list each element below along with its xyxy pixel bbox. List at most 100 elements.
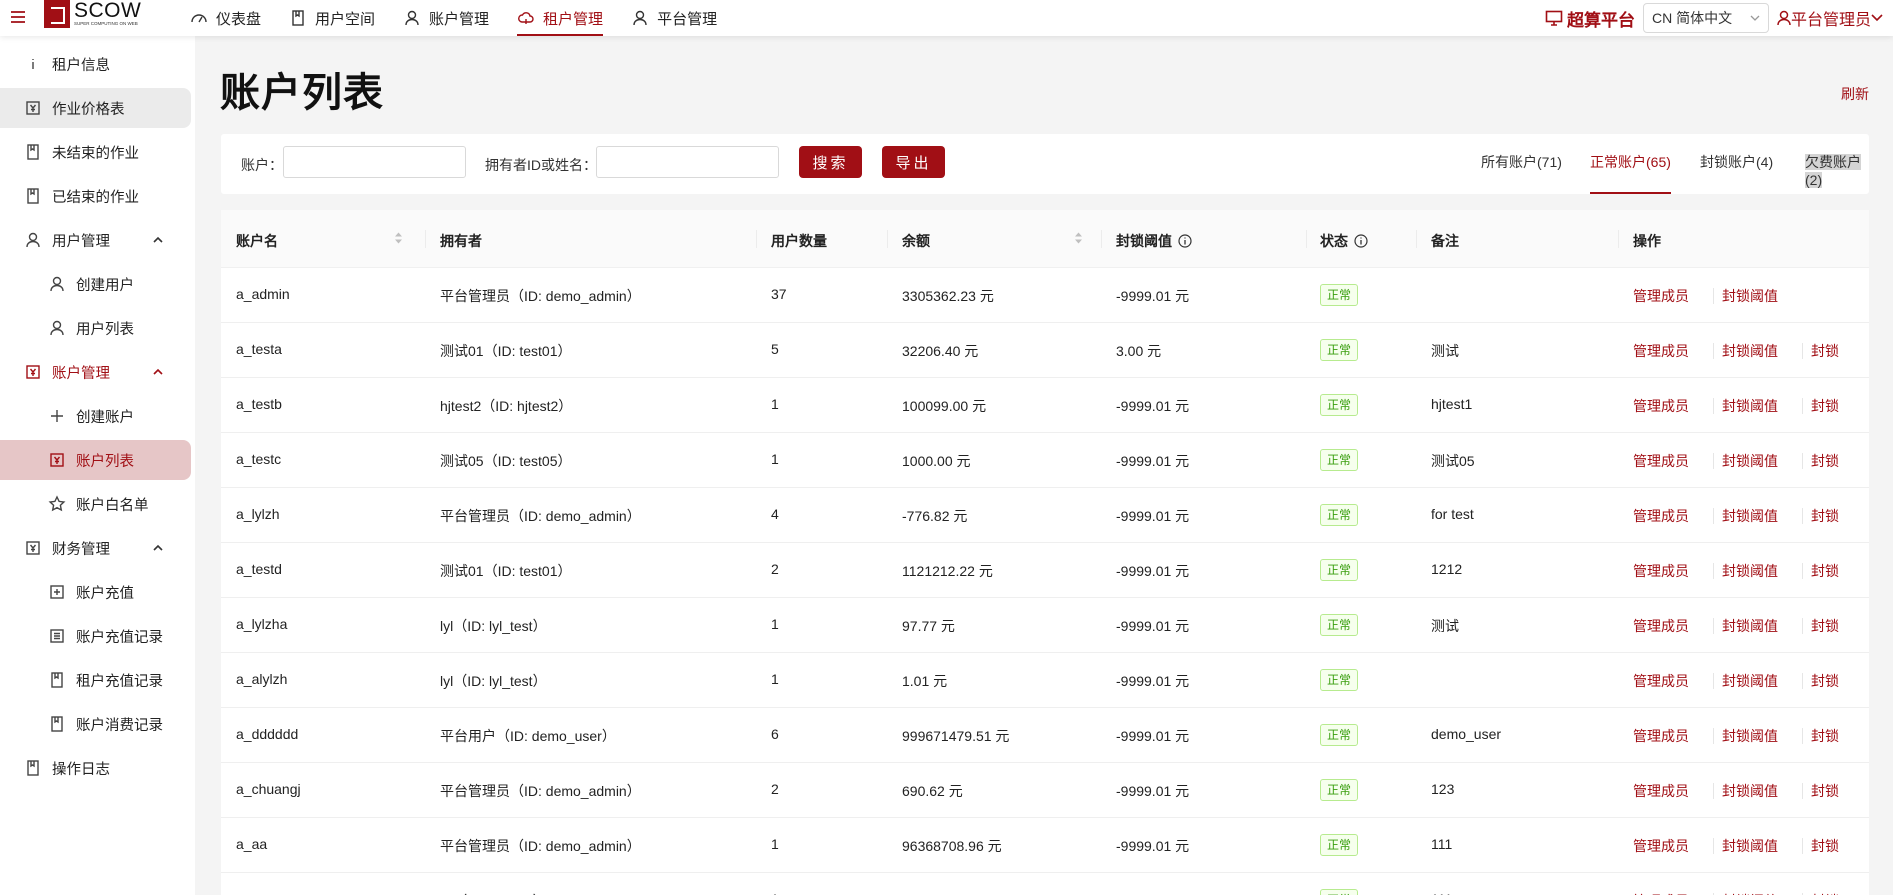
export-button[interactable]: 导出: [882, 146, 945, 178]
manage-members-link[interactable]: 管理成员: [1633, 781, 1689, 801]
sidebar-item-6[interactable]: 创建用户: [0, 264, 191, 304]
nav-item-4[interactable]: 租户管理: [503, 0, 617, 36]
sidebar-item-3[interactable]: 未结束的作业: [0, 132, 191, 172]
manage-members-link[interactable]: 管理成员: [1633, 891, 1689, 895]
sidebar-item-10[interactable]: 账户列表: [0, 440, 191, 480]
manage-members-link[interactable]: 管理成员: [1633, 561, 1689, 581]
sidebar-item-2[interactable]: 作业价格表: [0, 88, 191, 128]
menu-toggle-icon[interactable]: [10, 10, 26, 24]
account-name-cell: a_admin: [236, 286, 290, 302]
note-cell: 123: [1431, 781, 1455, 797]
star-icon: [48, 495, 76, 513]
block-account-link[interactable]: 封锁: [1811, 781, 1839, 801]
action-divider: [1802, 343, 1803, 359]
owner-cell: lyl（ID: lyl_test）: [440, 618, 547, 634]
set-threshold-link[interactable]: 封锁阈值: [1722, 671, 1778, 691]
nav-item-2[interactable]: 用户空间: [275, 0, 389, 36]
block-account-link[interactable]: 封锁: [1811, 891, 1839, 895]
nav-item-3[interactable]: 账户管理: [389, 0, 503, 36]
block-account-link[interactable]: 封锁: [1811, 726, 1839, 746]
manage-members-link[interactable]: 管理成员: [1633, 726, 1689, 746]
manage-members-link[interactable]: 管理成员: [1633, 506, 1689, 526]
set-threshold-link[interactable]: 封锁阈值: [1722, 891, 1778, 895]
column-header-1[interactable]: 账户名: [236, 231, 278, 251]
sidebar-item-17[interactable]: 操作日志: [0, 748, 191, 788]
refresh-link[interactable]: 刷新: [1841, 84, 1869, 104]
plus-box-icon: [48, 583, 76, 601]
tab-2[interactable]: 正常账户(65): [1590, 152, 1671, 194]
sidebar-item-4[interactable]: 已结束的作业: [0, 176, 191, 216]
column-header-4[interactable]: 余额: [902, 231, 930, 251]
sidebar-item-14[interactable]: 账户充值记录: [0, 616, 191, 656]
action-divider: [1802, 728, 1803, 744]
nav-item-5[interactable]: 平台管理: [617, 0, 731, 36]
sort-icon[interactable]: [394, 231, 403, 245]
language-select[interactable]: CN 简体中文: [1642, 3, 1769, 33]
block-account-link[interactable]: 封锁: [1811, 396, 1839, 416]
user-count-cell: 6: [771, 726, 779, 742]
info-circle-icon[interactable]: [1348, 234, 1368, 248]
table-row: a_alylzh lyl（ID: lyl_test） 1 1.01 元 -9999.01…: [221, 653, 1869, 708]
search-button[interactable]: 搜索: [799, 146, 862, 178]
set-threshold-link[interactable]: 封锁阈值: [1722, 341, 1778, 361]
set-threshold-link[interactable]: 封锁阈值: [1722, 781, 1778, 801]
sidebar-item-15[interactable]: 租户充值记录: [0, 660, 191, 700]
action-divider: [1713, 343, 1714, 359]
sidebar-item-13[interactable]: 账户充值: [0, 572, 191, 612]
account-input[interactable]: [283, 146, 466, 178]
tab-3[interactable]: 封锁账户(4): [1700, 152, 1773, 194]
block-account-link[interactable]: 封锁: [1811, 836, 1839, 856]
set-threshold-link[interactable]: 封锁阈值: [1722, 726, 1778, 746]
block-account-link[interactable]: 封锁: [1811, 616, 1839, 636]
owner-cell: 平台管理员（ID: demo_admin）: [440, 508, 641, 524]
block-account-link[interactable]: 封锁: [1811, 671, 1839, 691]
manage-members-link[interactable]: 管理成员: [1633, 451, 1689, 471]
sort-icon[interactable]: [1074, 231, 1083, 245]
action-divider: [1802, 838, 1803, 854]
platform-switch[interactable]: 超算平台: [1545, 6, 1635, 31]
nav-item-label: 平台管理: [657, 10, 718, 28]
tab-1[interactable]: 所有账户(71): [1481, 152, 1562, 194]
manage-members-link[interactable]: 管理成员: [1633, 396, 1689, 416]
set-threshold-link[interactable]: 封锁阈值: [1722, 836, 1778, 856]
sidebar-item-1[interactable]: 租户信息: [0, 44, 191, 84]
sidebar-item-8[interactable]: 账户管理: [0, 352, 191, 392]
table-row: a_testb hjtest2（ID: hjtest2） 1 100099.00 元 -…: [221, 378, 1869, 433]
manage-members-link[interactable]: 管理成员: [1633, 836, 1689, 856]
sidebar-item-11[interactable]: 账户白名单: [0, 484, 191, 524]
block-account-link[interactable]: 封锁: [1811, 341, 1839, 361]
block-account-link[interactable]: 封锁: [1811, 451, 1839, 471]
manage-members-link[interactable]: 管理成员: [1633, 616, 1689, 636]
set-threshold-link[interactable]: 封锁阈值: [1722, 286, 1778, 306]
balance-cell: 690.62 元: [902, 783, 963, 799]
sidebar-item-5[interactable]: 用户管理: [0, 220, 191, 260]
balance-cell: 100099.00 元: [902, 398, 987, 414]
block-account-link[interactable]: 封锁: [1811, 506, 1839, 526]
action-divider: [1802, 508, 1803, 524]
user-menu[interactable]: 平台管理员: [1777, 6, 1883, 30]
block-account-link[interactable]: 封锁: [1811, 561, 1839, 581]
brand-logo[interactable]: SCOW SUPER COMPUTING ON WEB: [44, 0, 141, 28]
sidebar-item-9[interactable]: 创建账户: [0, 396, 191, 436]
owner-input[interactable]: [596, 146, 779, 178]
sidebar-item-12[interactable]: 财务管理: [0, 528, 191, 568]
manage-members-link[interactable]: 管理成员: [1633, 341, 1689, 361]
set-threshold-link[interactable]: 封锁阈值: [1722, 506, 1778, 526]
set-threshold-link[interactable]: 封锁阈值: [1722, 451, 1778, 471]
manage-members-link[interactable]: 管理成员: [1633, 671, 1689, 691]
info-circle-icon[interactable]: [1172, 234, 1192, 248]
status-badge: 正常: [1320, 394, 1359, 416]
monitor-icon: [1545, 10, 1563, 26]
sidebar-item-16[interactable]: 账户消费记录: [0, 704, 191, 744]
manage-members-link[interactable]: 管理成员: [1633, 286, 1689, 306]
user-icon: [403, 9, 429, 27]
set-threshold-link[interactable]: 封锁阈值: [1722, 396, 1778, 416]
column-header-3: 用户数量: [771, 231, 827, 251]
user-count-cell: 5: [771, 341, 779, 357]
tab-4[interactable]: 欠费账户(2): [1805, 152, 1869, 194]
cloud-icon: [517, 9, 543, 27]
set-threshold-link[interactable]: 封锁阈值: [1722, 561, 1778, 581]
nav-item-1[interactable]: 仪表盘: [176, 0, 275, 36]
set-threshold-link[interactable]: 封锁阈值: [1722, 616, 1778, 636]
sidebar-item-7[interactable]: 用户列表: [0, 308, 191, 348]
